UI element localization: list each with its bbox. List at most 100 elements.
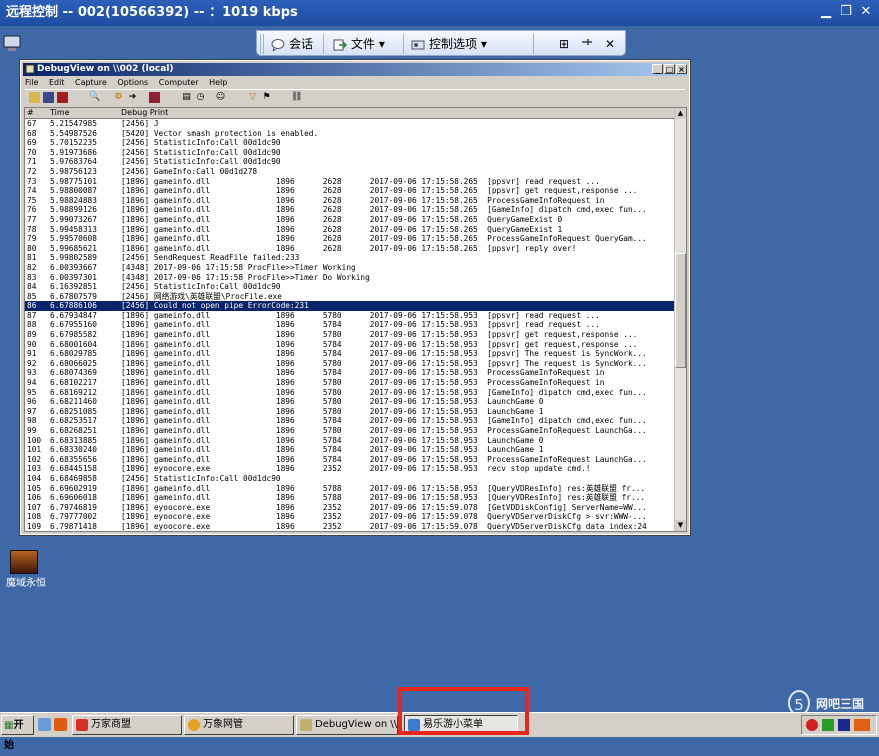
- row-time: 6.79777002: [50, 512, 97, 522]
- row-time: 6.79746819: [50, 502, 97, 512]
- open-icon[interactable]: [29, 92, 40, 103]
- table-row[interactable]: 84 6.16392851 [2456] StatisticInfo:Call 00…: [25, 282, 675, 292]
- menu-computer[interactable]: Computer: [159, 78, 199, 87]
- filter-icon[interactable]: ▽: [247, 92, 258, 103]
- table-row[interactable]: 99 6.68268251 [1896] gameinfo.dll 1896 578…: [25, 426, 675, 436]
- table-row[interactable]: 80 5.99685621 [1896] gameinfo.dll 1896 262…: [25, 244, 675, 254]
- table-row[interactable]: 81 5.99802589 [2456] SendRequest ReadFile …: [25, 253, 675, 263]
- close-button[interactable]: ✕: [858, 4, 874, 20]
- game-shortcut-label[interactable]: 魔域永恒: [6, 574, 46, 589]
- table-row[interactable]: 71 5.97683764 [2456] StatisticInfo:Call 00…: [25, 157, 675, 167]
- find-icon[interactable]: ⛓: [291, 92, 302, 103]
- scroll-up-icon[interactable]: ▲: [675, 108, 686, 119]
- task-debugview[interactable]: DebugView on \\002 (local): [296, 715, 398, 735]
- table-row[interactable]: 96 6.68211460 [1896] gameinfo.dll 1896 578…: [25, 397, 675, 407]
- menu-options[interactable]: Options: [117, 78, 148, 87]
- menu-help[interactable]: Help: [209, 78, 227, 87]
- table-row[interactable]: 101 6.68330240 [1896] gameinfo.dll 1896 57…: [25, 445, 675, 455]
- debugview-title-bar[interactable]: DebugView on \\002 (local) _ □ ×: [23, 63, 687, 76]
- task-wanjia[interactable]: 万家商盟: [72, 715, 182, 735]
- restore-button[interactable]: ❐: [838, 4, 854, 20]
- tray-app-icon[interactable]: [854, 719, 870, 731]
- table-row[interactable]: 98 6.68253517 [1896] gameinfo.dll 1896 578…: [25, 416, 675, 426]
- log-icon[interactable]: [57, 92, 68, 103]
- table-row[interactable]: 109 6.79871418 [1896] eyoocore.exe 1896 23…: [25, 522, 675, 531]
- table-row[interactable]: 102 6.68355656 [1896] gameinfo.dll 1896 57…: [25, 455, 675, 465]
- history-icon[interactable]: ☺: [215, 92, 226, 103]
- autoscroll-icon[interactable]: ➜: [127, 92, 138, 103]
- task-wanxiang[interactable]: 万象网管: [184, 715, 294, 735]
- table-row[interactable]: 104 6.68469858 [2456] StatisticInfo:Call 0…: [25, 474, 675, 484]
- menu-file[interactable]: File: [25, 78, 38, 87]
- tray-red-icon[interactable]: [806, 719, 818, 731]
- table-row[interactable]: 103 6.68445158 [1896] eyoocore.exe 1896 23…: [25, 464, 675, 474]
- clock-icon[interactable]: ◷: [195, 92, 206, 103]
- save-icon[interactable]: [43, 92, 54, 103]
- minimize-button[interactable]: ▁: [818, 4, 834, 20]
- table-row[interactable]: 69 5.70152235 [2456] StatisticInfo:Call 00…: [25, 138, 675, 148]
- table-row[interactable]: 106 6.69606018 [1896] gameinfo.dll 1896 57…: [25, 493, 675, 503]
- table-row[interactable]: 87 6.67934847 [1896] gameinfo.dll 1896 578…: [25, 311, 675, 321]
- timestamp-icon[interactable]: ▤: [181, 92, 192, 103]
- pin-button[interactable]: [581, 35, 593, 53]
- table-row[interactable]: 92 6.68066025 [1896] gameinfo.dll 1896 578…: [25, 359, 675, 369]
- table-row[interactable]: 95 6.68169212 [1896] gameinfo.dll 1896 578…: [25, 388, 675, 398]
- table-row[interactable]: 68 5.54987526 [5420] Vector smash protecti…: [25, 129, 675, 139]
- chat-button[interactable]: 会话: [271, 35, 313, 53]
- file-menu-button[interactable]: 文件 ▾: [333, 35, 385, 53]
- table-row[interactable]: 93 6.68074369 [1896] gameinfo.dll 1896 578…: [25, 368, 675, 378]
- fullscreen-button[interactable]: ⊞: [559, 35, 569, 53]
- desktop-computer-icon[interactable]: [2, 34, 24, 57]
- table-row[interactable]: 85 6.67807579 [2456] 网络游戏\英雄联盟\ProcFile.ex…: [25, 292, 675, 302]
- table-row[interactable]: 70 5.91973686 [2456] StatisticInfo:Call 00…: [25, 148, 675, 158]
- debug-output-list[interactable]: # Time Debug Print 67 5.21547985 [2456] J6…: [24, 107, 687, 532]
- table-row[interactable]: 72 5.98756123 [2456] GameInfo:Call 00d1d27…: [25, 167, 675, 177]
- table-row[interactable]: 86 6.67886106 [2456] Could not open pipe E…: [25, 301, 675, 311]
- column-header-time[interactable]: Time: [50, 108, 70, 118]
- table-row[interactable]: 76 5.98899126 [1896] gameinfo.dll 1896 262…: [25, 205, 675, 215]
- table-row[interactable]: 108 6.79777002 [1896] eyoocore.exe 1896 23…: [25, 512, 675, 522]
- scroll-down-icon[interactable]: ▼: [675, 520, 686, 531]
- browser-quicklaunch-icon[interactable]: [54, 718, 67, 731]
- menu-capture[interactable]: Capture: [75, 78, 107, 87]
- menu-edit[interactable]: Edit: [49, 78, 65, 87]
- table-row[interactable]: 105 6.69602919 [1896] gameinfo.dll 1896 57…: [25, 484, 675, 494]
- capture-icon[interactable]: ⚙: [113, 92, 124, 103]
- table-row[interactable]: 75 5.98824883 [1896] gameinfo.dll 1896 262…: [25, 196, 675, 206]
- scroll-thumb[interactable]: [675, 253, 686, 368]
- toolbar-close-button[interactable]: ✕: [605, 35, 615, 53]
- remote-window-title-bar[interactable]: 远程控制 -- 002(10566392) -- ：1019 kbps ▁ ❐ …: [0, 0, 879, 26]
- vertical-scrollbar[interactable]: ▲ ▼: [674, 108, 686, 531]
- table-row[interactable]: 88 6.67955160 [1896] gameinfo.dll 1896 578…: [25, 320, 675, 330]
- table-row[interactable]: 73 5.98775101 [1896] gameinfo.dll 1896 262…: [25, 177, 675, 187]
- table-row[interactable]: 94 6.68102217 [1896] gameinfo.dll 1896 578…: [25, 378, 675, 388]
- debugview-close-button[interactable]: ×: [676, 64, 687, 74]
- table-row[interactable]: 91 6.68029785 [1896] gameinfo.dll 1896 578…: [25, 349, 675, 359]
- tray-green-icon[interactable]: [822, 719, 834, 731]
- table-row[interactable]: 90 6.68001604 [1896] gameinfo.dll 1896 578…: [25, 340, 675, 350]
- table-row[interactable]: 74 5.98800087 [1896] gameinfo.dll 1896 262…: [25, 186, 675, 196]
- debugview-maximize-button[interactable]: □: [664, 64, 675, 74]
- table-row[interactable]: 82 6.00393667 [4348] 2017-09-06 17:15:58 P…: [25, 263, 675, 273]
- control-options-button[interactable]: 控制选项 ▾: [411, 35, 487, 53]
- debugview-minimize-button[interactable]: _: [652, 64, 663, 74]
- table-row[interactable]: 78 5.99458313 [1896] gameinfo.dll 1896 262…: [25, 225, 675, 235]
- clear-icon[interactable]: [149, 92, 160, 103]
- table-row[interactable]: 100 6.68313885 [1896] gameinfo.dll 1896 57…: [25, 436, 675, 446]
- table-row[interactable]: 83 6.00397301 [4348] 2017-09-06 17:15:58 P…: [25, 273, 675, 283]
- table-row[interactable]: 79 5.99570608 [1896] gameinfo.dll 1896 262…: [25, 234, 675, 244]
- table-row[interactable]: 77 5.99073267 [1896] gameinfo.dll 1896 262…: [25, 215, 675, 225]
- highlight-icon[interactable]: ⚑: [261, 92, 272, 103]
- column-header-debug-print[interactable]: Debug Print: [121, 108, 168, 118]
- table-row[interactable]: 107 6.79746819 [1896] eyoocore.exe 1896 23…: [25, 503, 675, 513]
- row-time: 5.99570608: [50, 234, 97, 244]
- table-row[interactable]: 67 5.21547985 [2456] J: [25, 119, 675, 129]
- table-row[interactable]: 97 6.68251085 [1896] gameinfo.dll 1896 578…: [25, 407, 675, 417]
- column-header-index[interactable]: #: [27, 108, 34, 118]
- search-icon[interactable]: 🔍: [89, 92, 100, 103]
- game-shortcut-icon[interactable]: [10, 550, 38, 574]
- start-button[interactable]: ▦开始: [1, 715, 34, 751]
- table-row[interactable]: 89 6.67985582 [1896] gameinfo.dll 1896 578…: [25, 330, 675, 340]
- desktop-quicklaunch-icon[interactable]: [38, 718, 51, 731]
- tray-network-icon[interactable]: [838, 719, 850, 731]
